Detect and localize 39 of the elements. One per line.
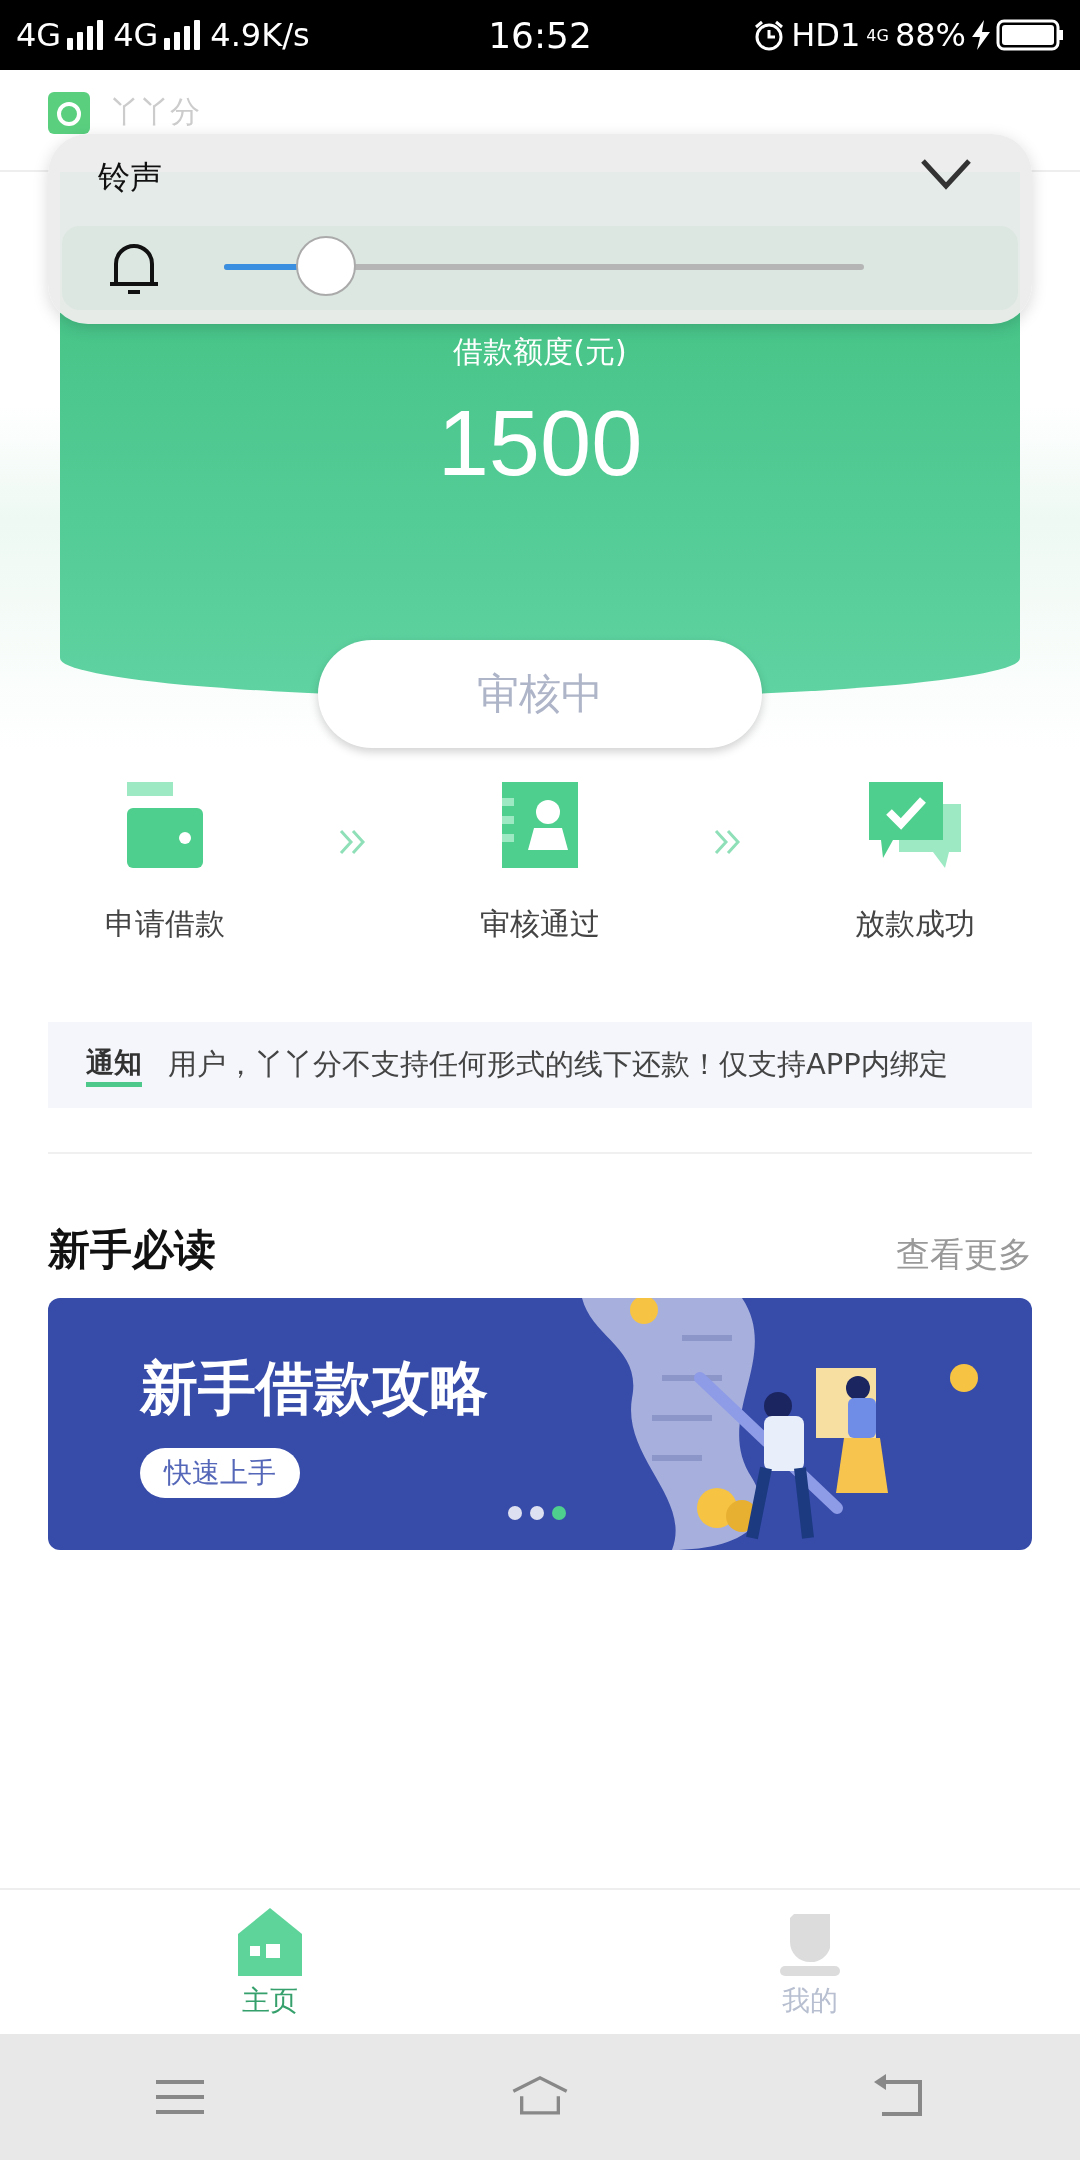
network-type: 4G: [16, 16, 62, 54]
alarm-icon: [753, 19, 786, 51]
volume-title: 铃声: [98, 157, 162, 198]
page-dot[interactable]: [530, 1506, 544, 1520]
chevron-down-icon[interactable]: [920, 158, 972, 190]
start-button[interactable]: 快速上手: [140, 1448, 300, 1498]
status-button[interactable]: 审核中: [318, 640, 762, 748]
section-title: 新手必读: [48, 1224, 216, 1276]
tab-label: 我的: [782, 1983, 838, 2019]
step-label: 放款成功: [855, 905, 975, 943]
banner-title: 新手借款攻略: [140, 1353, 489, 1424]
charging-icon: [972, 20, 990, 50]
battery-icon: [996, 19, 1064, 51]
notice-text: 用户，丫丫分不支持任何形式的线下还款！仅支持APP内绑定: [168, 1046, 948, 1083]
app-logo-icon: [48, 92, 90, 134]
contact-card-icon: [502, 782, 578, 868]
clock: 16:52: [488, 14, 592, 56]
double-chevron-icon: [712, 827, 743, 857]
page-dot[interactable]: [552, 1506, 566, 1520]
tab[interactable]: 我的: [540, 1890, 1080, 2034]
credit-label: 借款额度(元): [453, 333, 627, 371]
network-type: 4G: [113, 16, 159, 54]
chat-check-icon: [869, 782, 961, 868]
page-dot[interactable]: [508, 1506, 522, 1520]
hd-indicator: HD1: [791, 16, 861, 54]
banner[interactable]: 新手借款攻略 快速上手: [48, 1298, 1032, 1550]
step-label: 申请借款: [105, 905, 225, 943]
step-label: 审核通过: [480, 905, 600, 943]
double-chevron-icon: [337, 827, 368, 857]
home-icon: [238, 1908, 302, 1976]
network-speed: 4.9K/s: [210, 16, 310, 54]
wallet-icon: [127, 782, 203, 868]
more-link[interactable]: 查看更多: [896, 1232, 1032, 1278]
battery-level: 88%: [894, 16, 966, 54]
network-type: 4G: [866, 25, 889, 45]
credit-amount: 1500: [437, 391, 643, 496]
tab[interactable]: 主页: [0, 1890, 540, 2034]
tab-label: 主页: [242, 1983, 298, 2019]
notice-tag: 通知: [86, 1043, 142, 1087]
